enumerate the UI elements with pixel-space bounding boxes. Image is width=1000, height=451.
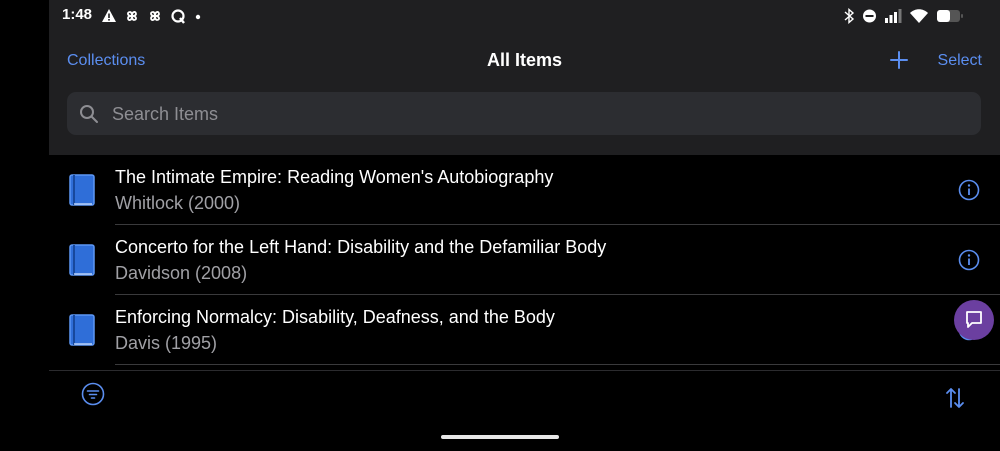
item-subtitle: Davidson (2008) xyxy=(115,263,248,283)
do-not-disturb-icon xyxy=(863,9,876,23)
header-area: 1:48 Collections All Items Select Search… xyxy=(49,0,1000,155)
dot-icon xyxy=(195,14,201,20)
item-subtitle: Whitlock (2000) xyxy=(115,193,241,213)
left-margin xyxy=(0,0,49,450)
select-button[interactable]: Select xyxy=(938,52,982,70)
info-icon[interactable] xyxy=(958,249,980,271)
floating-chat-button[interactable] xyxy=(954,300,994,340)
battery-icon xyxy=(937,10,963,22)
list-item[interactable]: Concerto for the Left Hand: Disability a… xyxy=(49,225,1000,295)
status-right-icons xyxy=(843,7,964,25)
page-title: All Items xyxy=(486,50,563,70)
app-window: 1:48 Collections All Items Select Search… xyxy=(49,0,1000,450)
search-bar[interactable] xyxy=(67,92,981,137)
list-item[interactable]: Enforcing Normalcy: Disability, Deafness… xyxy=(49,295,1000,365)
list-item[interactable]: The Intimate Empire: Reading Women's Aut… xyxy=(49,155,1000,225)
collections-button[interactable]: Collections xyxy=(67,52,145,70)
item-title: The Intimate Empire: Reading Women's Aut… xyxy=(115,167,554,187)
bluetooth-icon xyxy=(844,8,855,24)
item-title: Enforcing Normalcy: Disability, Deafness… xyxy=(115,307,555,327)
sort-icon[interactable] xyxy=(943,385,967,411)
wifi-icon xyxy=(910,9,928,23)
bottom-toolbar xyxy=(49,370,1000,451)
info-icon[interactable] xyxy=(958,179,980,201)
status-time: 1:48 xyxy=(62,6,93,23)
chat-flag-icon xyxy=(966,311,982,328)
item-title: Concerto for the Left Hand: Disability a… xyxy=(115,237,607,257)
book-icon xyxy=(69,314,95,346)
items-list: The Intimate Empire: Reading Women's Aut… xyxy=(49,155,1000,370)
item-subtitle: Davis (1995) xyxy=(115,333,218,353)
warning-icon xyxy=(102,9,116,22)
status-left-icons xyxy=(101,7,203,25)
home-indicator[interactable] xyxy=(441,435,559,439)
search-icon xyxy=(80,105,98,123)
add-item-button[interactable] xyxy=(887,48,911,72)
pinwheel-icon xyxy=(150,11,160,21)
book-icon xyxy=(69,244,95,276)
quora-icon xyxy=(171,9,185,24)
pinwheel-icon xyxy=(127,11,137,21)
search-input[interactable] xyxy=(110,92,974,137)
book-icon xyxy=(69,174,95,206)
row-divider xyxy=(115,364,1000,365)
status-bar: 1:48 xyxy=(49,0,1000,32)
filter-icon[interactable] xyxy=(81,382,105,406)
signal-icon xyxy=(885,9,902,23)
navigation-bar: Collections All Items Select xyxy=(49,40,1000,84)
